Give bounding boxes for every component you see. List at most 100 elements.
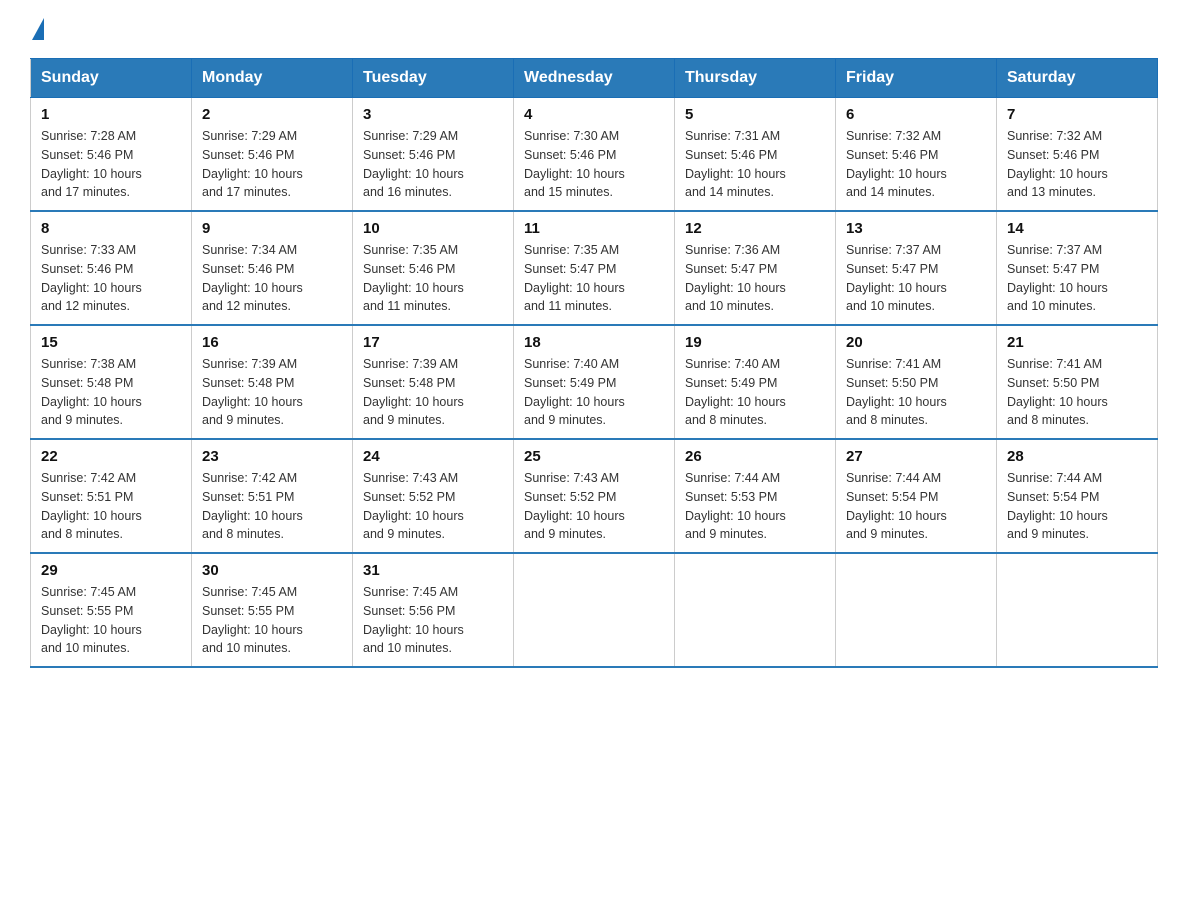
day-number: 8 — [41, 220, 181, 237]
day-number: 2 — [202, 106, 342, 123]
calendar-week-5: 29 Sunrise: 7:45 AM Sunset: 5:55 PM Dayl… — [31, 553, 1158, 667]
logo — [30, 20, 44, 38]
calendar-cell: 12 Sunrise: 7:36 AM Sunset: 5:47 PM Dayl… — [675, 211, 836, 325]
day-info: Sunrise: 7:38 AM Sunset: 5:48 PM Dayligh… — [41, 355, 181, 430]
day-info: Sunrise: 7:29 AM Sunset: 5:46 PM Dayligh… — [363, 127, 503, 202]
weekday-header-friday: Friday — [836, 59, 997, 98]
day-info: Sunrise: 7:31 AM Sunset: 5:46 PM Dayligh… — [685, 127, 825, 202]
calendar-cell: 3 Sunrise: 7:29 AM Sunset: 5:46 PM Dayli… — [353, 98, 514, 212]
calendar-cell: 19 Sunrise: 7:40 AM Sunset: 5:49 PM Dayl… — [675, 325, 836, 439]
day-number: 11 — [524, 220, 664, 237]
day-number: 16 — [202, 334, 342, 351]
day-info: Sunrise: 7:29 AM Sunset: 5:46 PM Dayligh… — [202, 127, 342, 202]
day-info: Sunrise: 7:37 AM Sunset: 5:47 PM Dayligh… — [1007, 241, 1147, 316]
calendar-cell: 31 Sunrise: 7:45 AM Sunset: 5:56 PM Dayl… — [353, 553, 514, 667]
day-info: Sunrise: 7:34 AM Sunset: 5:46 PM Dayligh… — [202, 241, 342, 316]
day-info: Sunrise: 7:36 AM Sunset: 5:47 PM Dayligh… — [685, 241, 825, 316]
calendar-week-1: 1 Sunrise: 7:28 AM Sunset: 5:46 PM Dayli… — [31, 98, 1158, 212]
day-number: 18 — [524, 334, 664, 351]
calendar-cell: 20 Sunrise: 7:41 AM Sunset: 5:50 PM Dayl… — [836, 325, 997, 439]
calendar-cell: 11 Sunrise: 7:35 AM Sunset: 5:47 PM Dayl… — [514, 211, 675, 325]
day-number: 23 — [202, 448, 342, 465]
calendar-cell: 14 Sunrise: 7:37 AM Sunset: 5:47 PM Dayl… — [997, 211, 1158, 325]
calendar-cell: 6 Sunrise: 7:32 AM Sunset: 5:46 PM Dayli… — [836, 98, 997, 212]
day-info: Sunrise: 7:41 AM Sunset: 5:50 PM Dayligh… — [846, 355, 986, 430]
weekday-header-thursday: Thursday — [675, 59, 836, 98]
calendar-cell: 17 Sunrise: 7:39 AM Sunset: 5:48 PM Dayl… — [353, 325, 514, 439]
calendar-cell: 28 Sunrise: 7:44 AM Sunset: 5:54 PM Dayl… — [997, 439, 1158, 553]
weekday-header-wednesday: Wednesday — [514, 59, 675, 98]
calendar-table: SundayMondayTuesdayWednesdayThursdayFrid… — [30, 58, 1158, 668]
weekday-header-sunday: Sunday — [31, 59, 192, 98]
calendar-cell — [997, 553, 1158, 667]
day-info: Sunrise: 7:41 AM Sunset: 5:50 PM Dayligh… — [1007, 355, 1147, 430]
day-info: Sunrise: 7:37 AM Sunset: 5:47 PM Dayligh… — [846, 241, 986, 316]
day-number: 12 — [685, 220, 825, 237]
day-info: Sunrise: 7:43 AM Sunset: 5:52 PM Dayligh… — [363, 469, 503, 544]
calendar-cell: 8 Sunrise: 7:33 AM Sunset: 5:46 PM Dayli… — [31, 211, 192, 325]
day-number: 20 — [846, 334, 986, 351]
day-info: Sunrise: 7:28 AM Sunset: 5:46 PM Dayligh… — [41, 127, 181, 202]
day-number: 29 — [41, 562, 181, 579]
calendar-week-3: 15 Sunrise: 7:38 AM Sunset: 5:48 PM Dayl… — [31, 325, 1158, 439]
calendar-cell: 27 Sunrise: 7:44 AM Sunset: 5:54 PM Dayl… — [836, 439, 997, 553]
calendar-week-2: 8 Sunrise: 7:33 AM Sunset: 5:46 PM Dayli… — [31, 211, 1158, 325]
weekday-header-monday: Monday — [192, 59, 353, 98]
day-info: Sunrise: 7:33 AM Sunset: 5:46 PM Dayligh… — [41, 241, 181, 316]
day-info: Sunrise: 7:40 AM Sunset: 5:49 PM Dayligh… — [524, 355, 664, 430]
calendar-cell: 9 Sunrise: 7:34 AM Sunset: 5:46 PM Dayli… — [192, 211, 353, 325]
day-info: Sunrise: 7:44 AM Sunset: 5:54 PM Dayligh… — [1007, 469, 1147, 544]
day-number: 19 — [685, 334, 825, 351]
day-number: 1 — [41, 106, 181, 123]
day-info: Sunrise: 7:45 AM Sunset: 5:55 PM Dayligh… — [41, 583, 181, 658]
day-number: 28 — [1007, 448, 1147, 465]
calendar-cell: 30 Sunrise: 7:45 AM Sunset: 5:55 PM Dayl… — [192, 553, 353, 667]
calendar-cell: 1 Sunrise: 7:28 AM Sunset: 5:46 PM Dayli… — [31, 98, 192, 212]
calendar-cell: 13 Sunrise: 7:37 AM Sunset: 5:47 PM Dayl… — [836, 211, 997, 325]
day-number: 15 — [41, 334, 181, 351]
day-number: 9 — [202, 220, 342, 237]
calendar-cell: 5 Sunrise: 7:31 AM Sunset: 5:46 PM Dayli… — [675, 98, 836, 212]
calendar-cell: 25 Sunrise: 7:43 AM Sunset: 5:52 PM Dayl… — [514, 439, 675, 553]
page-header — [30, 20, 1158, 38]
calendar-cell: 21 Sunrise: 7:41 AM Sunset: 5:50 PM Dayl… — [997, 325, 1158, 439]
calendar-cell: 29 Sunrise: 7:45 AM Sunset: 5:55 PM Dayl… — [31, 553, 192, 667]
day-info: Sunrise: 7:44 AM Sunset: 5:54 PM Dayligh… — [846, 469, 986, 544]
calendar-cell: 22 Sunrise: 7:42 AM Sunset: 5:51 PM Dayl… — [31, 439, 192, 553]
day-info: Sunrise: 7:42 AM Sunset: 5:51 PM Dayligh… — [41, 469, 181, 544]
day-number: 31 — [363, 562, 503, 579]
day-info: Sunrise: 7:39 AM Sunset: 5:48 PM Dayligh… — [363, 355, 503, 430]
day-number: 5 — [685, 106, 825, 123]
weekday-header-saturday: Saturday — [997, 59, 1158, 98]
day-info: Sunrise: 7:39 AM Sunset: 5:48 PM Dayligh… — [202, 355, 342, 430]
day-number: 6 — [846, 106, 986, 123]
day-number: 27 — [846, 448, 986, 465]
day-info: Sunrise: 7:40 AM Sunset: 5:49 PM Dayligh… — [685, 355, 825, 430]
weekday-header-tuesday: Tuesday — [353, 59, 514, 98]
day-number: 7 — [1007, 106, 1147, 123]
day-number: 10 — [363, 220, 503, 237]
calendar-cell: 15 Sunrise: 7:38 AM Sunset: 5:48 PM Dayl… — [31, 325, 192, 439]
calendar-cell: 10 Sunrise: 7:35 AM Sunset: 5:46 PM Dayl… — [353, 211, 514, 325]
calendar-week-4: 22 Sunrise: 7:42 AM Sunset: 5:51 PM Dayl… — [31, 439, 1158, 553]
day-info: Sunrise: 7:32 AM Sunset: 5:46 PM Dayligh… — [1007, 127, 1147, 202]
day-number: 30 — [202, 562, 342, 579]
day-number: 14 — [1007, 220, 1147, 237]
day-info: Sunrise: 7:35 AM Sunset: 5:46 PM Dayligh… — [363, 241, 503, 316]
day-number: 4 — [524, 106, 664, 123]
day-number: 26 — [685, 448, 825, 465]
calendar-cell: 4 Sunrise: 7:30 AM Sunset: 5:46 PM Dayli… — [514, 98, 675, 212]
day-info: Sunrise: 7:35 AM Sunset: 5:47 PM Dayligh… — [524, 241, 664, 316]
day-number: 22 — [41, 448, 181, 465]
day-info: Sunrise: 7:45 AM Sunset: 5:55 PM Dayligh… — [202, 583, 342, 658]
day-number: 13 — [846, 220, 986, 237]
calendar-cell — [675, 553, 836, 667]
calendar-cell: 18 Sunrise: 7:40 AM Sunset: 5:49 PM Dayl… — [514, 325, 675, 439]
calendar-cell: 16 Sunrise: 7:39 AM Sunset: 5:48 PM Dayl… — [192, 325, 353, 439]
day-info: Sunrise: 7:30 AM Sunset: 5:46 PM Dayligh… — [524, 127, 664, 202]
day-info: Sunrise: 7:42 AM Sunset: 5:51 PM Dayligh… — [202, 469, 342, 544]
logo-triangle-icon — [32, 18, 44, 40]
day-number: 24 — [363, 448, 503, 465]
day-number: 17 — [363, 334, 503, 351]
day-info: Sunrise: 7:32 AM Sunset: 5:46 PM Dayligh… — [846, 127, 986, 202]
